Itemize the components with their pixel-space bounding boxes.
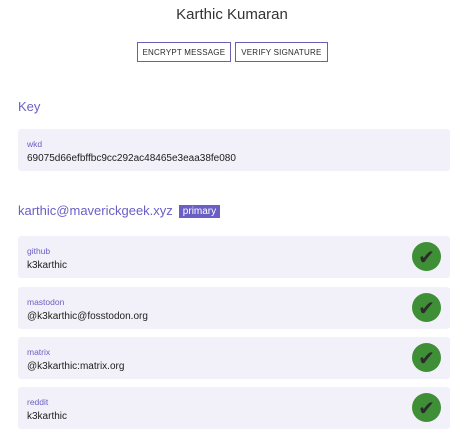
proof-card-github: github k3karthic ✔ bbox=[18, 236, 450, 278]
proof-handle[interactable]: @k3karthic:matrix.org bbox=[27, 361, 441, 372]
proof-service-label: reddit bbox=[27, 397, 49, 407]
proof-service-label: matrix bbox=[27, 347, 51, 357]
primary-badge: primary bbox=[178, 205, 221, 218]
key-section-title: Key bbox=[18, 99, 41, 114]
proof-handle[interactable]: @k3karthic@fosstodon.org bbox=[27, 311, 441, 322]
check-icon[interactable]: ✔ bbox=[412, 393, 441, 422]
verify-signature-button[interactable]: VERIFY SIGNATURE bbox=[235, 42, 328, 62]
identity-section-title: karthic@maverickgeek.xyz primary bbox=[18, 203, 221, 218]
check-icon[interactable]: ✔ bbox=[412, 343, 441, 372]
proof-handle[interactable]: k3karthic bbox=[27, 411, 441, 422]
proof-card-reddit: reddit k3karthic ✔ bbox=[18, 387, 450, 429]
proof-card-matrix: matrix @k3karthic:matrix.org ✔ bbox=[18, 337, 450, 379]
key-fingerprint[interactable]: 69075d66efbffbc9cc292ac48465e3eaa38fe080 bbox=[27, 153, 441, 164]
proof-handle[interactable]: k3karthic bbox=[27, 260, 441, 271]
encrypt-message-button[interactable]: ENCRYPT MESSAGE bbox=[136, 42, 232, 62]
key-source-label[interactable]: wkd bbox=[27, 139, 441, 149]
check-icon[interactable]: ✔ bbox=[412, 293, 441, 322]
check-icon[interactable]: ✔ bbox=[412, 242, 441, 271]
proof-service-label: github bbox=[27, 246, 51, 256]
action-buttons: ENCRYPT MESSAGE VERIFY SIGNATURE bbox=[0, 42, 464, 62]
proof-card-mastodon: mastodon @k3karthic@fosstodon.org ✔ bbox=[18, 287, 450, 329]
key-card: wkd 69075d66efbffbc9cc292ac48465e3eaa38f… bbox=[18, 129, 450, 171]
identity-email: karthic@maverickgeek.xyz bbox=[18, 203, 173, 218]
proof-service-label: mastodon bbox=[27, 297, 65, 307]
profile-name: Karthic Kumaran bbox=[176, 6, 288, 23]
